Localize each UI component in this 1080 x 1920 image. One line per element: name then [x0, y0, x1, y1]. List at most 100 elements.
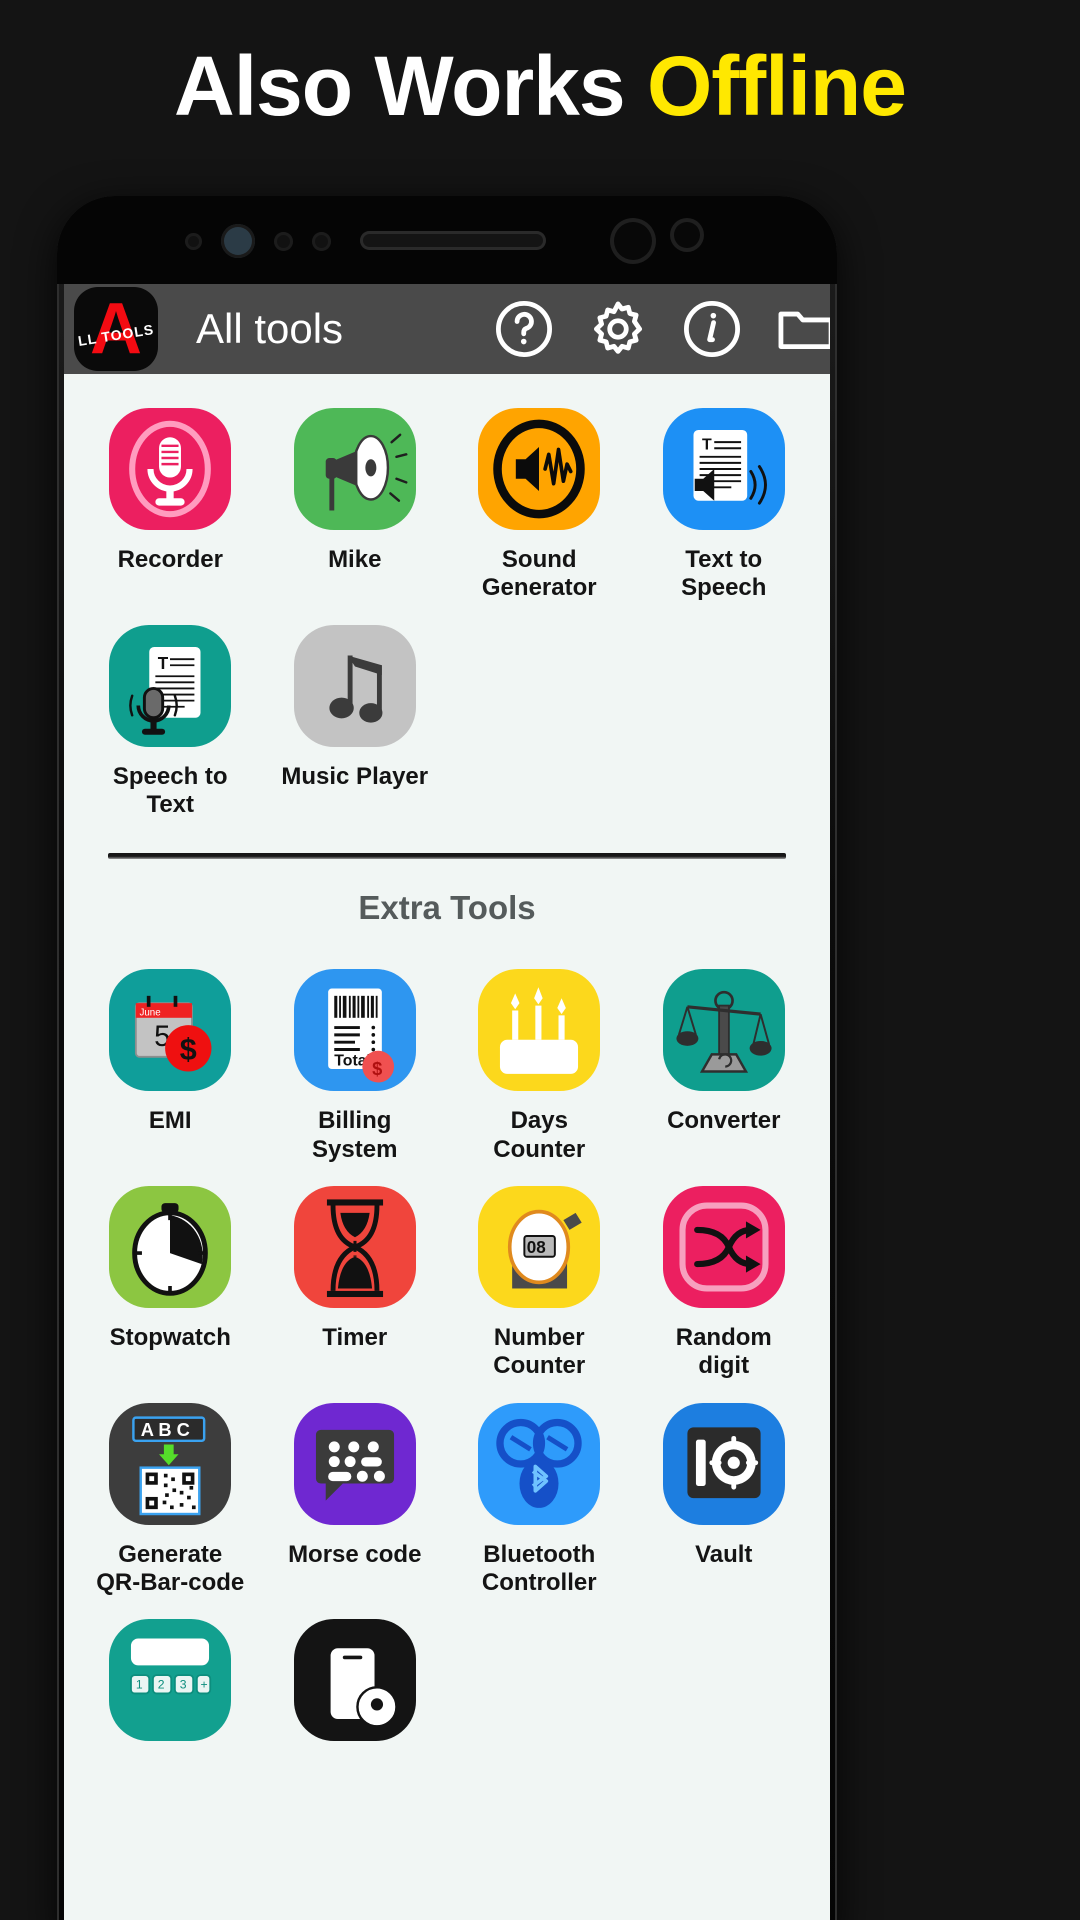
tool-item-emi[interactable]: June 5 $ EMI: [78, 953, 263, 1164]
extra-tools-heading: Extra Tools: [358, 889, 536, 927]
tool-label: Vault: [695, 1540, 753, 1568]
grid-spacer: [632, 609, 817, 820]
tool-label: Mike: [328, 546, 382, 573]
sensor-dot-icon: [312, 231, 331, 251]
svg-text:T: T: [158, 654, 169, 673]
microphone-icon: [109, 408, 232, 530]
tool-label: Morse code: [288, 1540, 422, 1568]
grid-spacer: [447, 609, 632, 820]
tool-item-days-counter[interactable]: Days Counter: [447, 953, 632, 1164]
svg-text:$: $: [180, 1033, 197, 1067]
camera-ring-icon: [670, 218, 704, 252]
tools-scroll-area[interactable]: Recorder Mike Sound Generator T Text to …: [64, 374, 830, 1920]
extra-tools-grid: June 5 $ EMI Total $ Billing System Days…: [64, 927, 830, 1757]
tool-item-timer[interactable]: Timer: [263, 1170, 448, 1381]
tool-item-vault[interactable]: Vault: [632, 1387, 817, 1598]
phone-mockup: A LL TOOLS All tools Recorder Mike Sound…: [57, 196, 837, 1920]
tool-item-number-counter[interactable]: 08 Number Counter: [447, 1170, 632, 1381]
tool-item-random-digit[interactable]: Random digit: [632, 1170, 817, 1381]
calculator-icon: 1 2 3 +: [109, 1619, 232, 1742]
page-title: Also Works Offline: [0, 42, 1080, 130]
tool-item-music-player[interactable]: Music Player: [263, 609, 448, 820]
sensor-dot-icon: [274, 231, 293, 251]
tool-label: EMI: [148, 1107, 192, 1135]
tool-item-morse-code[interactable]: Morse code: [263, 1387, 448, 1598]
tool-label: Billing System: [312, 1107, 398, 1163]
tool-item-billing-system[interactable]: Total $ Billing System: [263, 953, 448, 1164]
svg-text:June: June: [140, 1008, 161, 1019]
phone-bezel: [57, 196, 837, 284]
grid-spacer: [632, 1603, 817, 1757]
info-icon[interactable]: [680, 297, 744, 361]
folder-icon[interactable]: [774, 297, 830, 361]
tool-label: Random digit: [675, 1323, 772, 1380]
tool-label: Number Counter: [493, 1323, 586, 1380]
receipt-barcode-icon: Total $: [293, 969, 416, 1092]
tool-item-stopwatch[interactable]: Stopwatch: [78, 1170, 263, 1381]
tool-item-bluetooth-controller[interactable]: Bluetooth Controller: [447, 1387, 632, 1598]
hourglass-icon: [293, 1185, 416, 1308]
tally-counter-icon: 08: [478, 1185, 601, 1308]
music-note-icon: [293, 624, 416, 747]
svg-text:2: 2: [158, 1678, 165, 1692]
tool-label: Stopwatch: [109, 1323, 231, 1351]
bluetooth-controller-icon: [478, 1402, 601, 1525]
calendar-dollar-icon: June 5 $: [109, 969, 232, 1092]
tool-item-sound-generator[interactable]: Sound Generator: [447, 392, 632, 603]
tool-item-calculator[interactable]: 1 2 3 +: [78, 1603, 263, 1757]
app-bar-title: All tools: [196, 305, 344, 352]
camera-ring-icon: [610, 218, 656, 264]
qr-code-icon: A B C: [109, 1402, 232, 1525]
section-divider: [108, 853, 786, 860]
app-bar: A LL TOOLS All tools: [64, 284, 830, 374]
svg-text:$: $: [372, 1058, 382, 1079]
earpiece-speaker: [360, 231, 546, 250]
megaphone-icon: [293, 408, 416, 530]
safe-vault-icon: [662, 1402, 785, 1525]
tool-label: Music Player: [281, 762, 429, 790]
tool-item-generate-qr-bar-code[interactable]: A B C Generate QR-Bar-code: [78, 1387, 263, 1598]
grid-spacer: [447, 1603, 632, 1757]
sound-wave-icon: [478, 408, 601, 530]
document-speaker-icon: T: [662, 408, 785, 530]
svg-text:+: +: [201, 1678, 208, 1692]
section-divider-wrap: [64, 819, 830, 860]
tool-label: Speech to Text: [112, 762, 228, 818]
shuffle-arrows-icon: [662, 1185, 785, 1308]
svg-text:A B C: A B C: [141, 1418, 190, 1439]
front-camera-icon: [221, 224, 255, 258]
sensor-dot-icon: [185, 232, 202, 250]
phone-screen: A LL TOOLS All tools Recorder Mike Sound…: [64, 284, 830, 1920]
app-bar-actions: [492, 284, 830, 374]
tool-item-speech-to-text[interactable]: T Speech to Text: [78, 609, 263, 820]
settings-gear-icon[interactable]: [586, 297, 650, 361]
tool-label: Sound Generator: [481, 546, 597, 602]
birthday-cake-icon: [478, 969, 601, 1092]
morse-chat-icon: [293, 1402, 416, 1525]
tool-label: Generate QR-Bar-code: [96, 1540, 245, 1596]
tool-item-converter[interactable]: Converter: [632, 953, 817, 1164]
svg-text:1: 1: [136, 1678, 143, 1692]
tool-label: Bluetooth Controller: [481, 1540, 597, 1596]
document-microphone-icon: T: [109, 624, 232, 747]
tool-label: Converter: [667, 1107, 781, 1135]
tool-item-text-to-speech[interactable]: T Text to Speech: [632, 392, 817, 603]
svg-text:08: 08: [527, 1238, 546, 1257]
tool-label: Days Counter: [493, 1107, 586, 1163]
tool-label: Recorder: [117, 546, 223, 573]
app-logo: A LL TOOLS: [74, 287, 158, 371]
tool-item-recorder[interactable]: Recorder: [78, 392, 263, 603]
svg-text:3: 3: [180, 1678, 187, 1692]
stopwatch-icon: [109, 1185, 232, 1308]
headline-white: Also Works: [174, 39, 626, 133]
svg-text:T: T: [702, 436, 712, 453]
headline-highlight: Offline: [646, 39, 907, 133]
tool-item-mike[interactable]: Mike: [263, 392, 448, 603]
help-icon[interactable]: [492, 297, 556, 361]
tool-item-phone-lock[interactable]: [263, 1603, 448, 1757]
tool-label: Timer: [322, 1323, 388, 1351]
front-sensors: [185, 224, 331, 258]
phone-lock-icon: [293, 1619, 416, 1742]
balance-scale-icon: [662, 969, 785, 1092]
tool-label: Text to Speech: [681, 546, 767, 602]
